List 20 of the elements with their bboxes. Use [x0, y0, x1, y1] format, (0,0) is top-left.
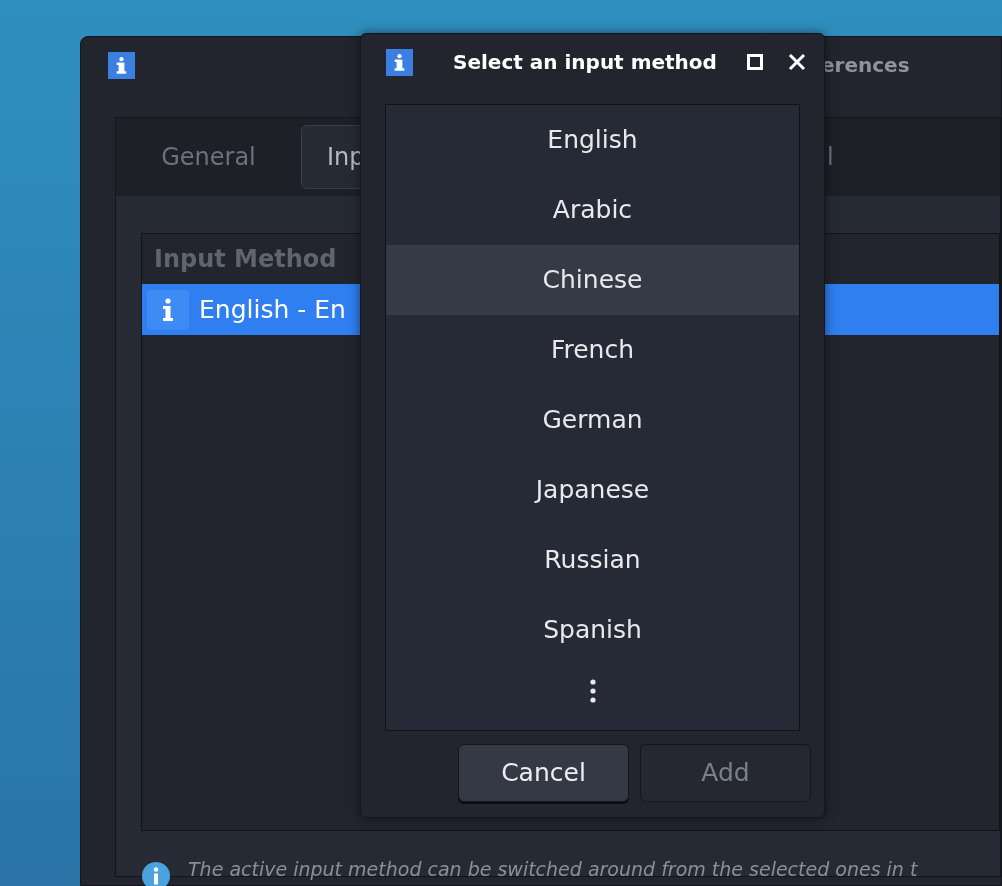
- info-icon: [108, 51, 135, 79]
- window-title: erences: [821, 52, 910, 79]
- info-text: The active input method can be switched around from the selected ones in t: [188, 856, 918, 882]
- more-icon[interactable]: [589, 679, 596, 703]
- language-item[interactable]: English: [386, 105, 799, 175]
- info-icon: [162, 297, 174, 322]
- language-item[interactable]: Japanese: [386, 455, 799, 525]
- language-item[interactable]: Spanish: [386, 595, 799, 665]
- close-icon[interactable]: [788, 53, 806, 71]
- maximize-icon[interactable]: [747, 54, 763, 70]
- language-item[interactable]: Russian: [386, 525, 799, 595]
- language-item[interactable]: French: [386, 315, 799, 385]
- info-icon: [142, 862, 170, 886]
- dialog-title: Select an input method: [453, 49, 717, 76]
- language-item[interactable]: Chinese: [386, 245, 799, 315]
- language-item[interactable]: Arabic: [386, 175, 799, 245]
- language-item[interactable]: German: [386, 385, 799, 455]
- info-icon: [386, 48, 413, 76]
- cancel-button[interactable]: Cancel: [458, 744, 629, 802]
- column-header: Input Method: [154, 244, 337, 275]
